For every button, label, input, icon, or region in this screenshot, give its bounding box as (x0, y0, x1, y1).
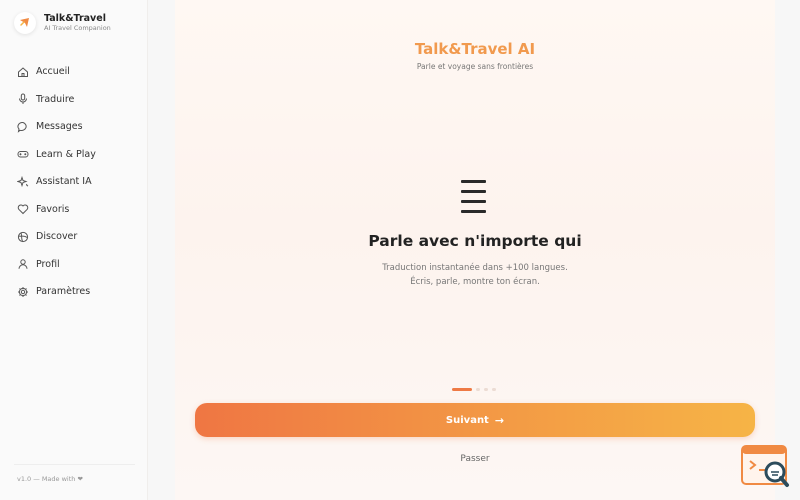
sidebar-item-learn-play[interactable]: Learn & Play (0, 141, 148, 169)
sidebar-item-label: Discover (36, 231, 78, 243)
sidebar-item-accueil[interactable]: Accueil (0, 58, 148, 86)
sidebar-item-label: Accueil (36, 66, 70, 78)
user-icon (18, 259, 28, 270)
heart-icon (17, 204, 29, 215)
sidebar-item-discover[interactable]: Discover (0, 223, 148, 251)
home-icon (18, 67, 28, 77)
sidebar-item-favoris[interactable]: Favoris (0, 196, 148, 224)
pagination-dot[interactable] (484, 388, 488, 391)
next-button-label: Suivant (445, 414, 489, 426)
sidebar-item-label: Messages (36, 121, 83, 133)
pagination-dot-active[interactable] (452, 388, 472, 391)
sidebar: Talk&Travel AI Travel Companion Accueil … (0, 0, 148, 500)
sidebar-item-label: Profil (36, 258, 60, 270)
sidebar-nav: Accueil Traduire Messages Learn & Play A… (0, 58, 148, 306)
chat-bubble-icon (17, 121, 27, 133)
pagination-dot[interactable] (492, 388, 496, 391)
sidebar-item-profil[interactable]: Profil (0, 251, 148, 279)
microphone-icon (19, 93, 27, 105)
pagination-dot[interactable] (476, 388, 480, 391)
logo-icon (14, 12, 36, 34)
next-button[interactable]: Suivant → (195, 403, 755, 437)
gear-icon (18, 286, 28, 297)
slide-description: Traduction instantanée dans +100 langues… (175, 261, 775, 289)
sidebar-item-parametres[interactable]: Paramètres (0, 278, 148, 306)
sidebar-item-assistant-ia[interactable]: Assistant IA (0, 168, 148, 196)
sidebar-divider (14, 464, 135, 465)
brand-title: Talk&Travel (44, 13, 106, 24)
arrow-right-icon: → (494, 413, 505, 427)
slide-title: Parle avec n'importe qui (368, 232, 582, 250)
version-footer: v1.0 — Made with ❤ (17, 475, 83, 483)
gamepad-icon (17, 151, 29, 158)
skip-link[interactable]: Passer (175, 454, 775, 464)
menu-lines-icon (461, 178, 487, 216)
onboarding-card: Talk&Travel AI Parle et voyage sans fron… (175, 0, 775, 500)
app-subtitle: Parle et voyage sans frontières (416, 62, 534, 71)
sparkles-icon (17, 175, 29, 187)
brand[interactable]: Talk&Travel AI Travel Companion (14, 12, 111, 34)
brand-subtitle: AI Travel Companion (44, 24, 111, 32)
globe-icon (17, 231, 29, 242)
sidebar-item-label: Paramètres (36, 286, 91, 298)
sidebar-item-label: Traduire (36, 93, 75, 105)
sidebar-item-traduire[interactable]: Traduire (0, 86, 148, 114)
app-title: Talk&Travel AI (414, 40, 536, 58)
sidebar-item-label: Assistant IA (36, 176, 92, 188)
pagination-dots (452, 388, 496, 391)
slide-description-line: Traduction instantanée dans +100 langues… (382, 263, 568, 273)
code-search-widget-icon[interactable] (741, 444, 791, 490)
sidebar-item-label: Learn & Play (36, 148, 96, 160)
sidebar-item-messages[interactable]: Messages (0, 113, 148, 141)
sidebar-item-label: Favoris (36, 203, 70, 215)
slide-description-line: Écris, parle, montre ton écran. (410, 277, 540, 287)
